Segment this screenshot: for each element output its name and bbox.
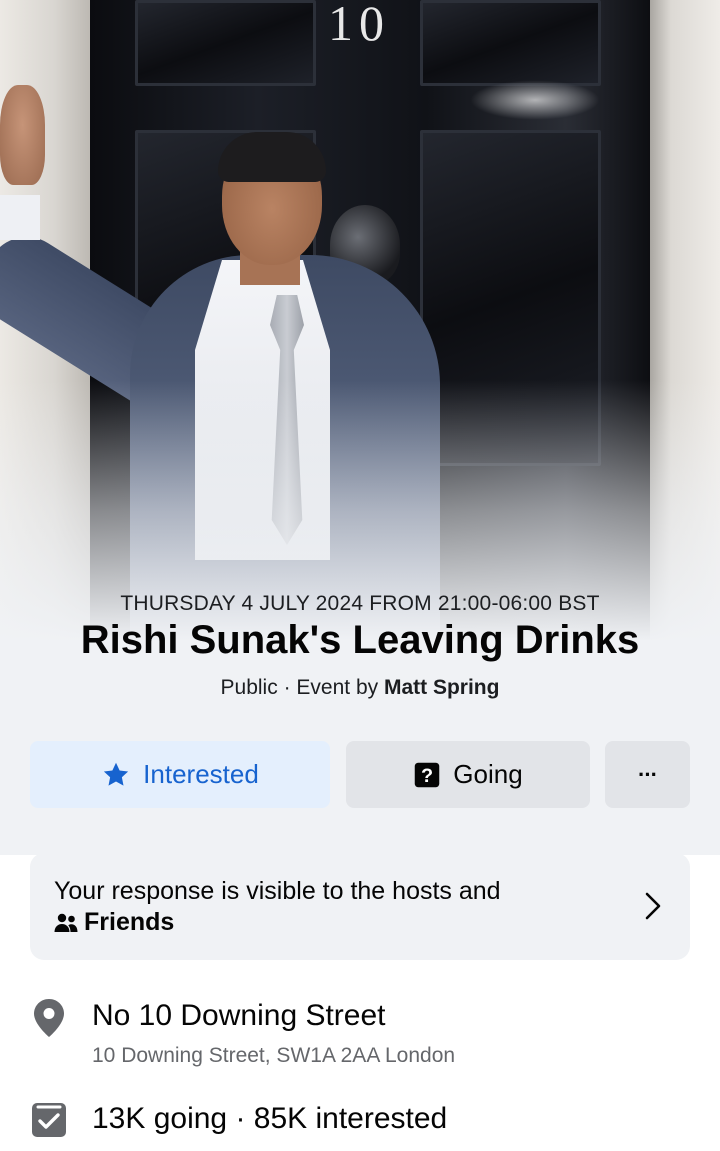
star-icon	[101, 760, 131, 790]
checkbox-icon	[31, 1102, 67, 1143]
going-label: Going	[453, 759, 523, 789]
location-name[interactable]: No 10 Downing Street	[92, 999, 386, 1033]
interested-button[interactable]: Interested	[30, 741, 330, 808]
svg-text:?: ?	[421, 765, 433, 787]
going-button[interactable]: ? Going	[346, 741, 590, 808]
more-button[interactable]: ···	[605, 741, 690, 808]
cover-photo[interactable]: 10	[0, 0, 720, 855]
hair	[218, 132, 326, 182]
meta-separator: ·	[277, 676, 297, 699]
event-date-time: THURSDAY 4 JULY 2024 FROM 21:00-06:00 BS…	[120, 592, 600, 615]
interested-label: Interested	[143, 759, 259, 789]
cover-image: 10	[0, 0, 720, 640]
response-visibility-card[interactable]: Your response is visible to the hosts an…	[30, 853, 690, 960]
more-icon: ···	[638, 761, 658, 787]
event-by-label: Event by	[296, 676, 384, 699]
event-title: Rishi Sunak's Leaving Drinks	[80, 618, 640, 662]
location-address: 10 Downing Street, SW1A 2AA London	[92, 1044, 456, 1067]
host-name-link[interactable]: Matt Spring	[384, 676, 500, 699]
attendance-count[interactable]: 13K going · 85K interested	[92, 1102, 447, 1136]
shirt-cuff	[0, 195, 40, 240]
location-pin-icon	[31, 998, 67, 1043]
friends-icon	[54, 912, 78, 934]
waving-hand	[0, 85, 45, 185]
question-box-icon: ?	[413, 761, 441, 789]
privacy-label: Public	[220, 676, 278, 699]
response-audience: Friends	[54, 908, 174, 937]
chevron-right-icon	[642, 891, 664, 926]
event-meta: Public · Event by Matt Spring	[0, 676, 720, 700]
audience-label: Friends	[84, 908, 175, 936]
response-visibility-text: Your response is visible to the hosts an…	[54, 877, 501, 905]
